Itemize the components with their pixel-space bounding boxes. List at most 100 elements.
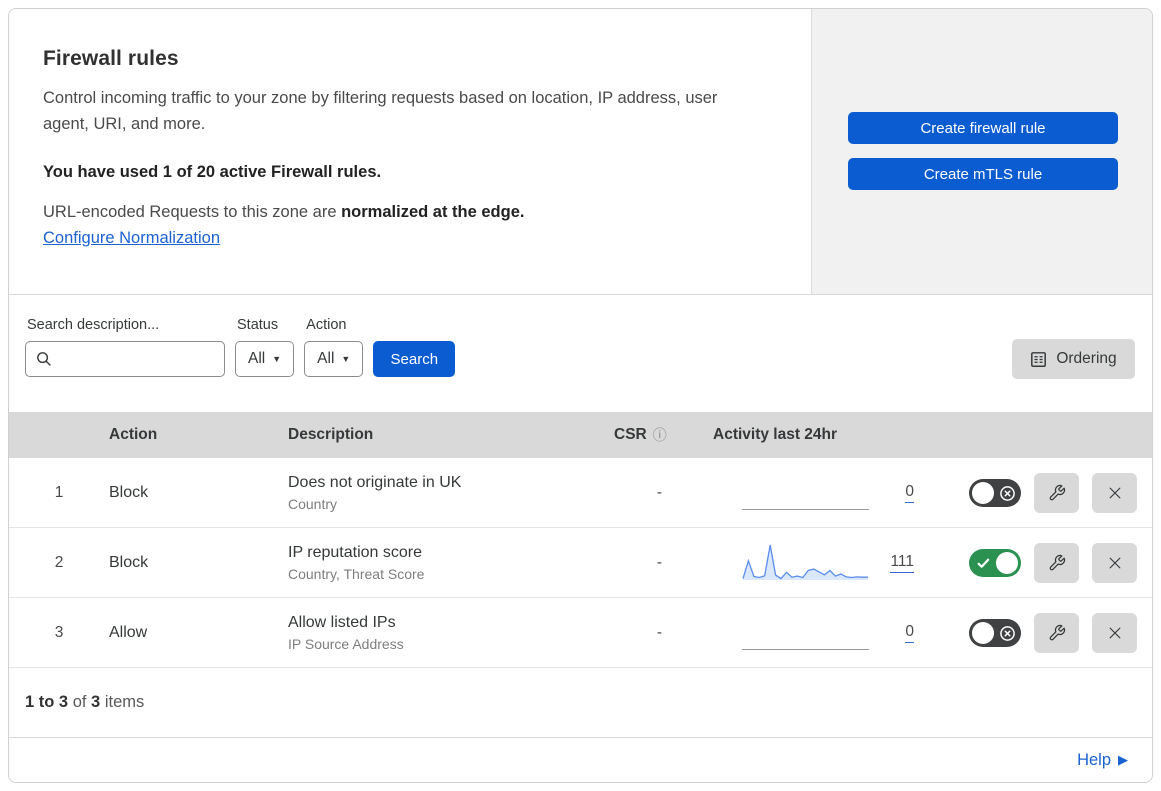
rule-csr-value: -: [656, 553, 663, 571]
rule-action: Allow: [109, 623, 148, 641]
action-filter-group: Action All ▼: [304, 317, 364, 377]
search-field[interactable]: [25, 341, 225, 377]
create-mtls-rule-button[interactable]: Create mTLS rule: [848, 158, 1118, 190]
rule-fields: Country: [288, 495, 338, 512]
rule-priority: 3: [54, 623, 64, 641]
rule-enabled-toggle[interactable]: [969, 548, 1021, 577]
rule-fields: IP Source Address: [288, 635, 404, 652]
header-description: Description: [288, 426, 374, 443]
items-range: 1 to 3: [25, 693, 69, 711]
info-icon: ⓘ: [652, 427, 667, 443]
activity-count-link[interactable]: 111: [890, 553, 914, 573]
table-header: Action Description CSR ⓘ Activity last 2…: [9, 412, 1152, 458]
rule-csr-value: -: [656, 623, 663, 641]
header-csr: CSR ⓘ: [614, 425, 705, 445]
status-label: Status: [237, 317, 279, 333]
rule-description-cell: IP reputation score Country, Threat Scor…: [288, 544, 614, 582]
normalization-bold: normalized at the edge.: [341, 203, 525, 221]
status-value: All: [248, 350, 266, 367]
search-label: Search description...: [27, 317, 160, 333]
help-link[interactable]: Help ▶: [1077, 751, 1128, 770]
wrench-icon: [1049, 624, 1065, 640]
delete-rule-button[interactable]: [1092, 542, 1137, 583]
hero-section: Firewall rules Control incoming traffic …: [9, 9, 1152, 295]
search-input[interactable]: [60, 350, 214, 368]
rule-priority: 1: [54, 483, 64, 501]
close-icon: [1109, 627, 1120, 638]
rule-activity-cell: 0: [705, 471, 930, 515]
delete-rule-button[interactable]: [1092, 472, 1137, 513]
csr-label: CSR: [614, 426, 647, 443]
page-description: Control incoming traffic to your zone by…: [43, 89, 718, 133]
ordering-list-icon: [1031, 351, 1047, 367]
toggle-check-icon: [977, 558, 990, 568]
header-activity: Activity last 24hr: [713, 426, 838, 443]
toggle-x-icon: [1000, 625, 1015, 641]
activity-count-link[interactable]: 0: [905, 483, 914, 503]
help-label: Help: [1077, 750, 1111, 769]
chevron-down-icon: ▼: [272, 354, 282, 364]
wrench-icon: [1049, 554, 1065, 570]
table-row: 2 Block IP reputation score Country, Thr…: [9, 528, 1152, 598]
edit-rule-button[interactable]: [1034, 472, 1079, 513]
activity-sparkline: [742, 541, 869, 585]
help-bar: Help ▶: [9, 738, 1152, 782]
action-value: All: [317, 350, 335, 367]
search-icon: [37, 352, 51, 366]
ordering-button[interactable]: Ordering: [1012, 339, 1135, 379]
hero-actions-panel: Create firewall rule Create mTLS rule: [811, 9, 1152, 294]
normalization-text: URL-encoded Requests to this zone are no…: [43, 203, 771, 222]
action-dropdown[interactable]: All ▼: [304, 341, 364, 377]
rule-description: IP reputation score: [288, 543, 423, 561]
rule-enabled-toggle[interactable]: [969, 478, 1021, 507]
items-total: 3: [91, 693, 101, 711]
rule-action: Block: [109, 553, 149, 571]
search-button[interactable]: Search: [373, 341, 456, 377]
activity-sparkline: [742, 611, 869, 655]
edit-rule-button[interactable]: [1034, 542, 1079, 583]
status-dropdown[interactable]: All ▼: [235, 341, 295, 377]
help-arrow-icon: ▶: [1118, 752, 1128, 767]
rule-csr-value: -: [656, 483, 663, 501]
rule-description-cell: Does not originate in UK Country: [288, 474, 614, 512]
rule-controls: [930, 542, 1152, 583]
activity-sparkline: [742, 471, 869, 515]
edit-rule-button[interactable]: [1034, 612, 1079, 653]
rule-activity-cell: 0: [705, 611, 930, 655]
rule-description: Allow listed IPs: [288, 613, 396, 631]
delete-rule-button[interactable]: [1092, 612, 1137, 653]
rule-activity-cell: 111: [705, 541, 930, 585]
ordering-label: Ordering: [1056, 350, 1117, 367]
create-firewall-rule-button[interactable]: Create firewall rule: [848, 112, 1118, 144]
wrench-icon: [1049, 484, 1065, 500]
chevron-down-icon: ▼: [341, 354, 351, 364]
activity-count-link[interactable]: 0: [905, 623, 914, 643]
items-word: items: [100, 693, 145, 711]
rule-description-cell: Allow listed IPs IP Source Address: [288, 614, 614, 652]
toggle-knob: [996, 551, 1018, 574]
rule-controls: [930, 472, 1152, 513]
configure-normalization-link[interactable]: Configure Normalization: [43, 229, 220, 248]
table-row: 3 Allow Allow listed IPs IP Source Addre…: [9, 598, 1152, 668]
rule-fields: Country, Threat Score: [288, 565, 425, 582]
header-action: Action: [109, 426, 158, 443]
action-label: Action: [306, 317, 347, 333]
hero-text-panel: Firewall rules Control incoming traffic …: [9, 9, 811, 294]
pagination-summary: 1 to 3 of 3 items: [9, 668, 1152, 738]
close-icon: [1109, 557, 1120, 568]
page-title: Firewall rules: [43, 47, 179, 70]
usage-summary: You have used 1 of 20 active Firewall ru…: [43, 163, 382, 181]
rule-description: Does not originate in UK: [288, 473, 462, 491]
toggle-knob: [972, 621, 994, 644]
status-filter-group: Status All ▼: [235, 317, 295, 377]
rule-controls: [930, 612, 1152, 653]
close-icon: [1109, 487, 1120, 498]
firewall-rules-card: Firewall rules Control incoming traffic …: [8, 8, 1153, 783]
toggle-x-icon: [1000, 485, 1015, 501]
search-group: Search description...: [25, 317, 225, 377]
rule-action: Block: [109, 483, 149, 501]
rule-priority: 2: [54, 553, 64, 571]
filter-toolbar: Search description... Status All ▼ Actio…: [9, 295, 1152, 412]
rule-enabled-toggle[interactable]: [969, 618, 1021, 647]
toggle-knob: [972, 481, 994, 504]
